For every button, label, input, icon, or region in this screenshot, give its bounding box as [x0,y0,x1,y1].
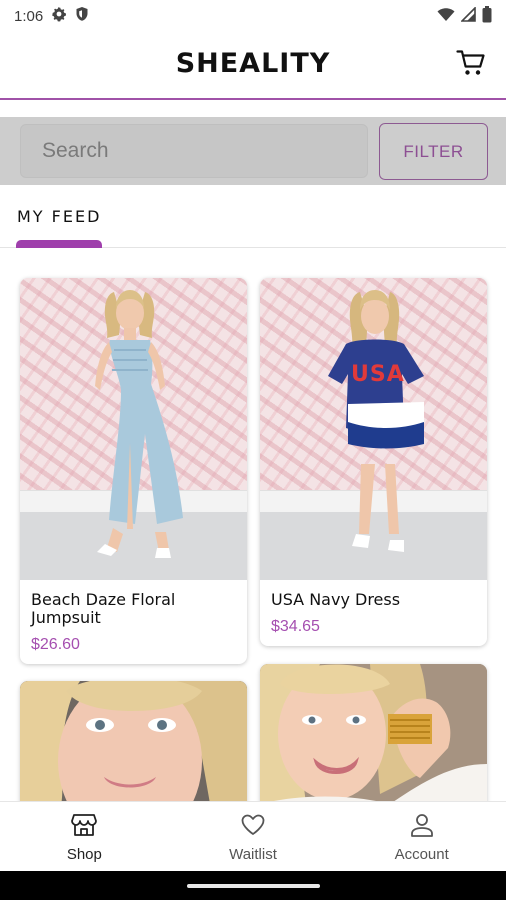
nav-shop[interactable]: Shop [0,802,169,871]
battery-icon [482,5,492,27]
product-card[interactable] [260,664,487,801]
nav-account[interactable]: Account [337,802,506,871]
status-bar: 1:06 [0,0,506,32]
person-icon [409,813,435,842]
tab-my-feed[interactable]: MY FEED [17,207,101,226]
cart-icon [456,49,486,82]
product-image[interactable] [20,681,247,801]
product-price: $26.60 [31,636,80,653]
nav-shop-label: Shop [66,846,102,863]
product-card[interactable] [20,681,247,801]
store-icon [71,813,98,842]
filter-button[interactable]: FILTER [379,123,488,180]
product-image[interactable]: USA [260,278,487,580]
gear-icon [51,6,67,26]
signal-icon [460,5,476,26]
feed-tabs: MY FEED [0,185,506,248]
product-title[interactable]: Beach Daze Floral Jumpsuit [31,591,237,627]
shirt-text: USA [351,362,405,387]
system-gesture-bar [0,871,506,900]
product-card[interactable]: Beach Daze Floral Jumpsuit $26.60 [20,278,247,664]
app-header: SHEALITY [0,32,506,100]
nav-waitlist[interactable]: Waitlist [169,802,338,871]
product-title[interactable]: USA Navy Dress [271,591,477,609]
tab-indicator [16,240,102,248]
product-feed[interactable]: Beach Daze Floral Jumpsuit $26.60 USA US… [0,249,506,801]
search-bar: FILTER [0,117,506,185]
shield-icon [75,6,89,26]
bottom-nav: Shop Waitlist Account [0,801,506,871]
status-time: 1:06 [14,7,44,25]
product-image[interactable] [20,278,247,580]
home-gesture-handle[interactable] [187,884,320,888]
cart-button[interactable] [454,48,488,82]
search-input[interactable] [20,124,368,178]
heart-icon [240,813,266,842]
nav-waitlist-label: Waitlist [229,846,277,863]
nav-account-label: Account [394,846,449,863]
brand-logo: SHEALITY [175,48,331,79]
product-price: $34.65 [271,618,320,635]
product-image[interactable] [260,664,487,801]
wifi-icon [437,7,455,26]
product-card[interactable]: USA USA Navy Dress $34.65 [260,278,487,646]
